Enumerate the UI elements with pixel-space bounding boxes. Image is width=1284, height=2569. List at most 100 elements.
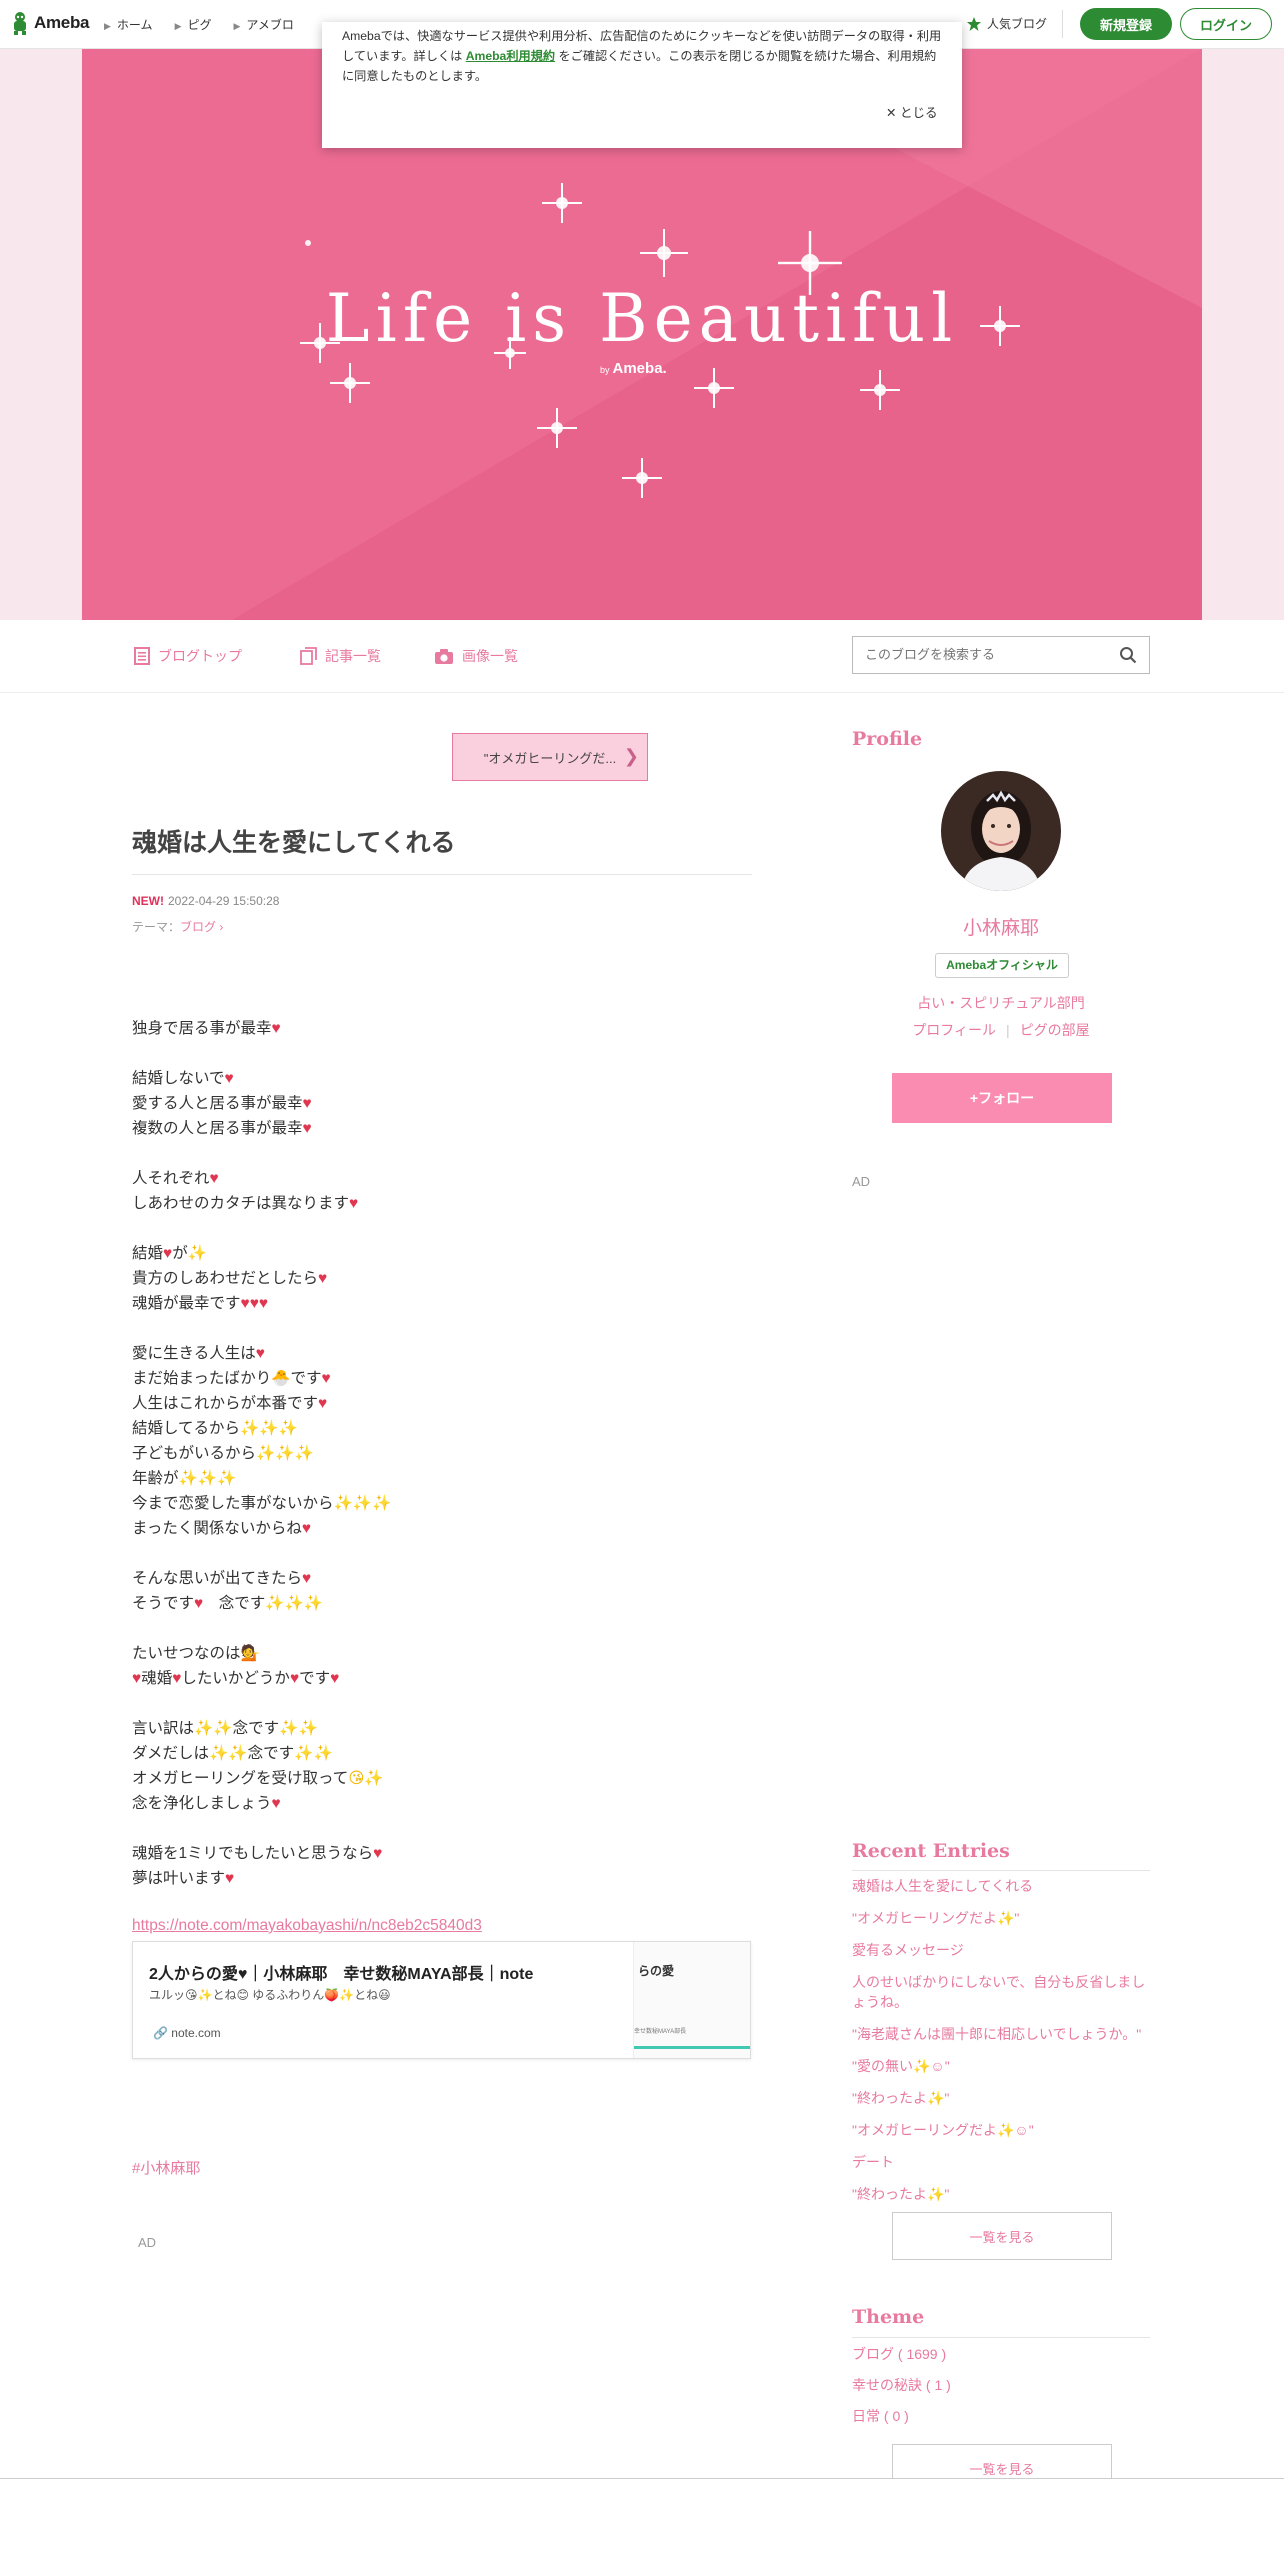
entry-list-label: 記事一覧 <box>325 648 381 664</box>
nav-pigg[interactable]: ▶ ピグ <box>175 16 212 33</box>
profile-category-link[interactable]: 占い・スピリチュアル部門 <box>852 993 1150 1013</box>
sidebar-ad-label: AD <box>852 1174 871 1189</box>
recent-entry-link[interactable]: "終わったよ✨" <box>852 2184 1150 2204</box>
heart-emoji-icon: ♥ <box>302 1570 312 1587</box>
copy-icon <box>300 647 317 665</box>
heart-emoji-icon: ♥ <box>302 1120 312 1137</box>
body-line: 結婚♥が✨ <box>132 1241 391 1266</box>
blog-search-input[interactable] <box>863 646 1107 663</box>
profile-name[interactable]: 小林麻耶 <box>852 913 1150 940</box>
heart-emoji-icon: ♥ <box>271 1020 281 1037</box>
body-text: 夢は叶います <box>132 1870 226 1887</box>
body-text: 貴方のしあわせだとしたら <box>132 1270 319 1287</box>
recent-entry-link[interactable]: "オメガヒーリングだよ✨" <box>852 1908 1150 1928</box>
blog-top-link[interactable]: ブログトップ <box>134 646 242 666</box>
recent-entry-link[interactable]: "愛の無い✨☺" <box>852 2056 1150 2076</box>
body-line: 貴方のしあわせだとしたら♥ <box>132 1266 391 1291</box>
heart-emoji-icon: ♥ <box>349 1195 359 1212</box>
banner-by: by <box>600 365 610 375</box>
heart-emoji-icon: ♥ <box>225 1870 235 1887</box>
top-nav: ▶ ホーム ▶ ピグ ▶ アメブロ <box>104 16 294 33</box>
body-text: ダメだしは <box>132 1745 210 1762</box>
recent-entry-link[interactable]: 魂婚は人生を愛にしてくれる <box>852 1876 1150 1896</box>
body-line: 独身で居る事が最幸♥ <box>132 1016 391 1041</box>
cookie-close-button[interactable]: ✕ とじる <box>886 102 937 121</box>
sparkle-emoji-icon: ✨✨✨ <box>178 1470 237 1487</box>
nav-home[interactable]: ▶ ホーム <box>104 16 153 33</box>
popular-blog-link[interactable]: 人気ブログ <box>966 15 1047 32</box>
image-list-label: 画像一覧 <box>462 648 518 664</box>
recent-entry-link[interactable]: 人のせいばかりにしないで、自分も反省しましょうね。 <box>852 1972 1150 2012</box>
theme-link[interactable]: ブログ ( 1699 ) <box>852 2344 951 2364</box>
image-list-link[interactable]: 画像一覧 <box>434 646 518 666</box>
body-text: 魂婚 <box>141 1670 173 1687</box>
note-url-link[interactable]: https://note.com/mayakobayashi/n/nc8eb2c… <box>132 1917 482 1935</box>
heart-emoji-icon: ♥ <box>194 1595 204 1612</box>
terms-link[interactable]: Ameba利用規約 <box>466 49 555 63</box>
ameba-logo[interactable]: Ameba <box>10 11 89 35</box>
heart-emoji-icon: ♥♥♥ <box>240 1295 269 1312</box>
body-text: 人生はこれからが本番です <box>132 1395 319 1412</box>
body-text: 魂婚が最幸です <box>132 1295 241 1312</box>
recent-entry-link[interactable]: 愛有るメッセージ <box>852 1940 1150 1960</box>
body-line: 言い訳は✨✨念です✨✨ <box>132 1716 391 1741</box>
body-line <box>132 1816 391 1841</box>
pigg-room-link[interactable]: ピグの部屋 <box>1020 1022 1090 1038</box>
body-line: 人生はこれからが本番です♥ <box>132 1391 391 1416</box>
hashtag-link[interactable]: #小林麻耶 <box>132 2157 200 2178</box>
search-icon[interactable] <box>1119 646 1137 664</box>
body-text: 念を浄化しましょう <box>132 1795 272 1812</box>
body-line: まだ始まったばかり🐣です♥ <box>132 1366 391 1391</box>
theme-divider <box>852 2337 1150 2338</box>
ad-label: AD <box>138 2235 157 2250</box>
recent-entry-link[interactable]: "終わったよ✨" <box>852 2088 1150 2108</box>
body-text: 念です <box>203 1595 266 1612</box>
sparkle-emoji-icon: ✨✨✨ <box>240 1420 298 1437</box>
recent-more-button[interactable]: 一覧を見る <box>892 2212 1112 2260</box>
caret-right-icon: ▶ <box>233 21 241 31</box>
heart-emoji-icon: ♥ <box>255 1345 265 1362</box>
profile-heading: Profile <box>852 728 923 750</box>
new-badge: NEW! <box>132 894 164 908</box>
login-button[interactable]: ログイン <box>1180 8 1272 40</box>
heart-emoji-icon: ♥ <box>132 1670 142 1687</box>
theme-link[interactable]: 幸せの秘訣 ( 1 ) <box>852 2375 951 2395</box>
body-line: 魂婚が最幸です♥♥♥ <box>132 1291 391 1316</box>
body-text: です <box>290 1370 322 1387</box>
body-line: ♥魂婚♥したいかどうか♥です♥ <box>132 1666 391 1691</box>
card-title: 2人からの愛♥｜小林麻耶 幸せ数秘MAYA部長｜note <box>149 1966 534 1983</box>
heart-emoji-icon: ♥ <box>318 1395 328 1412</box>
recent-entry-link[interactable]: "オメガヒーリングだよ✨☺" <box>852 2120 1150 2140</box>
nav-ameblo[interactable]: ▶ アメブロ <box>234 16 294 33</box>
theme-link[interactable]: ブログ <box>180 920 216 934</box>
body-line <box>132 1141 391 1166</box>
article-date: 2022-04-29 15:50:28 <box>168 894 280 908</box>
recent-entry-link[interactable]: デート <box>852 2152 1150 2172</box>
heart-emoji-icon: ♥ <box>330 1670 340 1687</box>
article-title: 魂婚は人生を愛にしてくれる <box>132 829 456 857</box>
entry-list-link[interactable]: 記事一覧 <box>300 646 381 666</box>
recent-entry-link[interactable]: "海老蔵さんは團十郎に相応しいでしょうか。" <box>852 2024 1150 2044</box>
body-line: 年齢が✨✨✨ <box>132 1466 391 1491</box>
body-text: 年齢が <box>132 1470 179 1487</box>
profile-avatar[interactable] <box>941 771 1061 891</box>
register-button[interactable]: 新規登録 <box>1080 8 1172 40</box>
heart-emoji-icon: ♥ <box>209 1170 219 1187</box>
body-text: まったく関係ないからね <box>132 1520 302 1537</box>
body-line <box>132 1316 391 1341</box>
popular-blog-label: 人気ブログ <box>987 17 1048 31</box>
theme-list: ブログ ( 1699 ) 幸せの秘訣 ( 1 ) 日常 ( 0 ) <box>852 2344 951 2437</box>
prev-entry-button[interactable]: "オメガヒーリングだ... ❯ <box>452 733 648 781</box>
body-text: まだ始まったばかり <box>132 1370 272 1387</box>
sparkle-emoji-icon: ✨✨✨ <box>256 1445 314 1462</box>
bottom-bar <box>0 2478 1284 2569</box>
body-line: オメガヒーリングを受け取って😘✨ <box>132 1766 391 1791</box>
body-text: オメガヒーリングを受け取って <box>132 1770 349 1787</box>
profile-link[interactable]: プロフィール <box>912 1022 996 1038</box>
theme-link[interactable]: 日常 ( 0 ) <box>852 2406 951 2426</box>
banner-brand-name: Ameba. <box>612 360 667 377</box>
link-preview-card[interactable]: 2人からの愛♥｜小林麻耶 幸せ数秘MAYA部長｜note ユルッ😘✨とね😊 ゆる… <box>132 1941 751 2059</box>
follow-button[interactable]: +フォロー <box>892 1073 1112 1123</box>
caret-right-icon: ▶ <box>104 21 111 31</box>
body-text: そんな思いが出てきたら <box>132 1570 303 1587</box>
